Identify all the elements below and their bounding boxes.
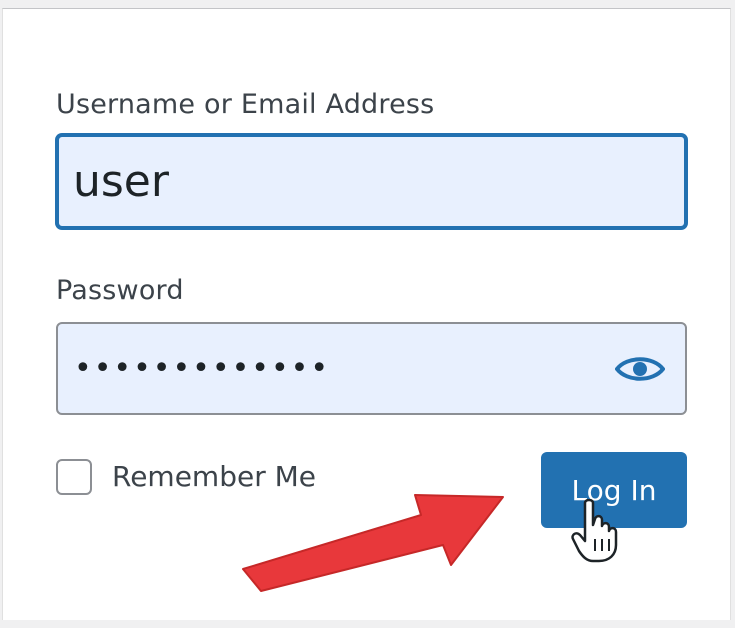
login-page: Username or Email Address Password Remem… <box>0 0 735 628</box>
username-input[interactable] <box>56 134 687 229</box>
username-label: Username or Email Address <box>56 89 435 120</box>
show-password-button[interactable] <box>611 347 669 391</box>
password-input[interactable] <box>56 322 687 415</box>
remember-me-label[interactable]: Remember Me <box>112 460 316 493</box>
password-label: Password <box>56 275 184 306</box>
eye-icon <box>615 357 665 381</box>
login-form: Username or Email Address Password Remem… <box>2 8 731 620</box>
remember-me-checkbox[interactable] <box>56 459 92 495</box>
log-in-button[interactable]: Log In <box>541 452 687 528</box>
